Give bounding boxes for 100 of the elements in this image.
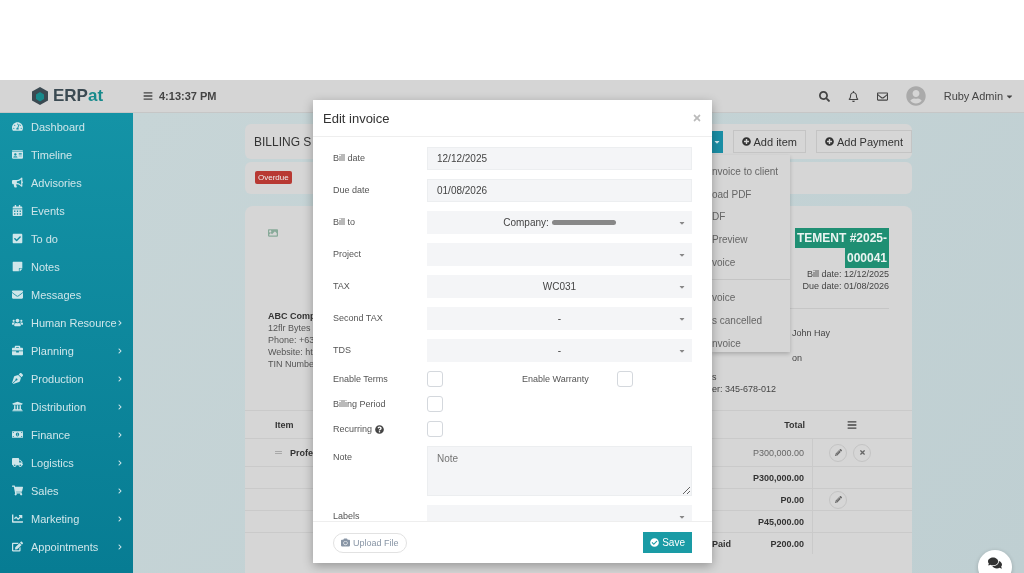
- camera-icon: [341, 538, 350, 547]
- checkbox-label: Enable Terms: [333, 374, 389, 384]
- invoice-title: 000041: [844, 248, 889, 268]
- field-label: Project: [333, 248, 362, 259]
- menu-item[interactable]: s cancelled: [712, 309, 790, 332]
- sidebar-item[interactable]: Dashboard: [0, 120, 133, 148]
- sidebar-item[interactable]: To do: [0, 232, 133, 260]
- sidebar-item[interactable]: Advisories: [0, 176, 133, 204]
- company-detail: 12flr Bytes: [268, 322, 312, 334]
- checkbox-label: Recurring: [333, 424, 427, 434]
- sidebar-item[interactable]: Finance: [0, 428, 133, 456]
- chart-icon: [12, 513, 23, 524]
- broken-image-icon: [268, 228, 278, 238]
- id-card-icon: [12, 149, 23, 160]
- menu-item[interactable]: oad PDF: [712, 182, 790, 206]
- dropdown-toggle[interactable]: [712, 130, 723, 153]
- sidebar-item[interactable]: Timeline: [0, 148, 133, 176]
- search-icon[interactable]: [818, 90, 830, 102]
- truck-icon: [12, 457, 23, 468]
- close-button[interactable]: [692, 113, 702, 123]
- menu-item[interactable]: voice: [712, 250, 790, 274]
- users-icon: [12, 317, 23, 328]
- save-button[interactable]: Save: [643, 532, 692, 553]
- menu-item[interactable]: nvoice: [712, 331, 790, 355]
- sidebar-item[interactable]: Events: [0, 204, 133, 232]
- checkbox[interactable]: [427, 396, 443, 412]
- sidebar-item[interactable]: Planning: [0, 344, 133, 372]
- sidebar-item[interactable]: Production: [0, 372, 133, 400]
- field-label: Second TAX: [333, 312, 384, 323]
- checkbox-label: Billing Period: [333, 399, 387, 409]
- menu-icon[interactable]: [143, 91, 153, 101]
- edit-icon: [12, 541, 23, 552]
- client-detail: John Hay: [792, 327, 832, 340]
- menu-icon[interactable]: [846, 419, 857, 430]
- delete-button[interactable]: [853, 443, 871, 462]
- select-field[interactable]: -: [427, 339, 692, 362]
- page-title: BILLING S: [253, 134, 312, 149]
- table-cell: Paid: [712, 538, 731, 549]
- pen-icon: [12, 373, 23, 384]
- cart-icon: [12, 485, 23, 496]
- drag-handle-icon[interactable]: [275, 448, 282, 457]
- checkbox[interactable]: [617, 371, 633, 387]
- sidebar-item[interactable]: Sales: [0, 484, 133, 512]
- invoice-date: Due date: 01/08/2026: [802, 280, 889, 292]
- column-header: Total: [783, 419, 806, 430]
- table-cell: P200.00: [770, 538, 804, 549]
- dialog-title: Edit invoice: [323, 110, 390, 126]
- table-cell: P0.00: [780, 494, 804, 505]
- client-detail: s: [712, 371, 718, 383]
- menu-item[interactable]: nvoice to client: [712, 160, 790, 183]
- checkbox-label: Enable Warranty: [522, 374, 590, 384]
- note-field[interactable]: Note: [427, 446, 692, 496]
- menu-item[interactable]: DF: [712, 205, 790, 229]
- invoice-title: TEMENT #2025-: [794, 228, 889, 248]
- mail-icon[interactable]: [876, 90, 888, 102]
- select-field[interactable]: WC031: [427, 275, 692, 298]
- upload-button[interactable]: Upload File: [333, 532, 407, 553]
- checkbox[interactable]: [427, 421, 443, 437]
- sidebar-item[interactable]: Appointments: [0, 540, 133, 568]
- add-button[interactable]: Add Payment: [815, 130, 912, 153]
- menu-item[interactable]: voice: [712, 286, 790, 310]
- table-cell: P300,000.00: [752, 447, 804, 458]
- company-detail: TIN Numbe: [268, 358, 313, 370]
- checkbox[interactable]: [427, 371, 443, 387]
- invoice-date: Bill date: 12/12/2025: [806, 268, 889, 280]
- sidebar-item[interactable]: Notes: [0, 260, 133, 288]
- field-label: Bill to: [333, 216, 356, 227]
- field-label: Labels: [333, 510, 361, 521]
- add-button[interactable]: Add item: [732, 130, 806, 153]
- sidebar-item[interactable]: Marketing: [0, 512, 133, 540]
- date-field[interactable]: 01/08/2026: [427, 179, 692, 202]
- close-icon: [692, 113, 702, 123]
- table-cell: Profe: [290, 447, 313, 458]
- envelope-icon: [12, 289, 23, 300]
- select-field[interactable]: [427, 243, 692, 266]
- sidebar-item[interactable]: Human Resource: [0, 316, 133, 344]
- edit-button[interactable]: [829, 490, 847, 509]
- client-detail: er: 345-678-012: [712, 383, 778, 395]
- table-cell: P45,000.00: [757, 516, 804, 527]
- column-header: Item: [274, 419, 295, 430]
- user-menu[interactable]: Ruby Admin: [943, 90, 1014, 102]
- menu-item[interactable]: Preview: [712, 228, 790, 251]
- pencil-icon: [834, 496, 842, 503]
- select-field[interactable]: Company:: [427, 211, 692, 234]
- date-field[interactable]: 12/12/2025: [427, 147, 692, 170]
- pencil-icon: [834, 449, 842, 456]
- sidebar-item[interactable]: Logistics: [0, 456, 133, 484]
- sidebar-item[interactable]: Distribution: [0, 400, 133, 428]
- field-label: Due date: [333, 184, 371, 195]
- megaphone-icon: [12, 177, 23, 188]
- field-label: Bill date: [333, 152, 367, 163]
- edit-button[interactable]: [829, 443, 847, 462]
- bell-icon[interactable]: [847, 90, 859, 102]
- field-label: TAX: [333, 280, 351, 291]
- field-label: TDS: [333, 344, 352, 355]
- help-icon[interactable]: [375, 424, 384, 434]
- sidebar-item[interactable]: Messages: [0, 288, 133, 316]
- chat-icon: [988, 556, 1002, 570]
- close-icon: [858, 449, 866, 456]
- select-field[interactable]: -: [427, 307, 692, 330]
